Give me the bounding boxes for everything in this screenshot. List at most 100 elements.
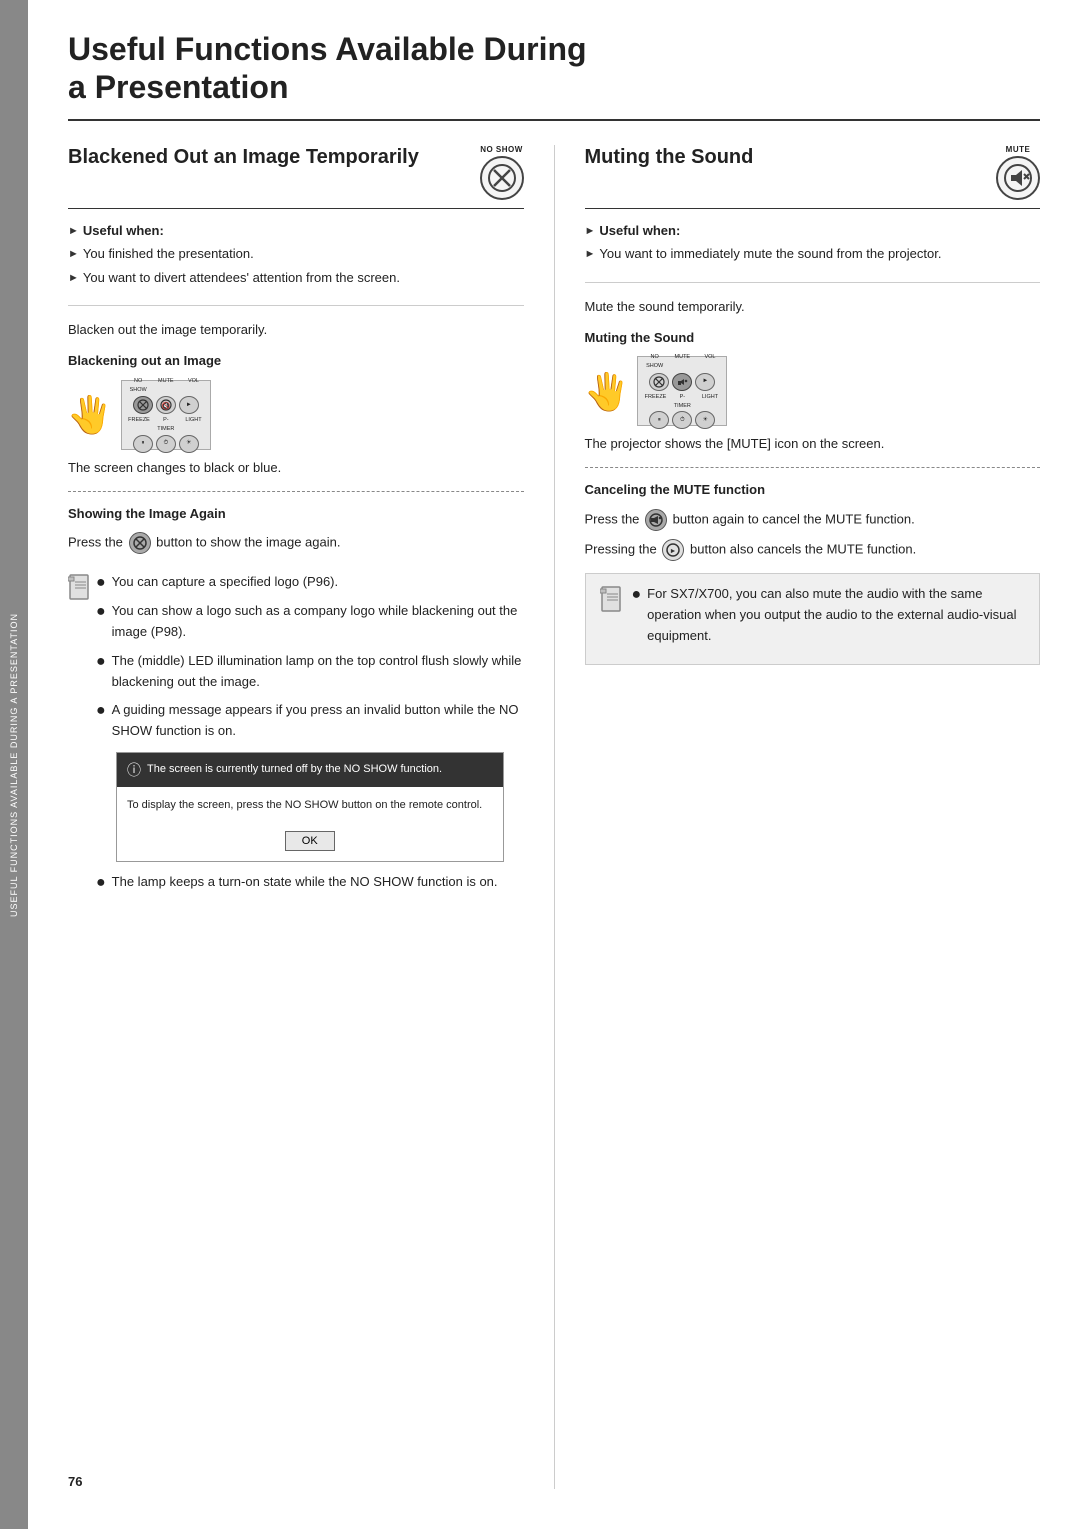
- remote-btn-vol-r: ►: [695, 373, 715, 391]
- left-subsection2-title: Showing the Image Again: [68, 504, 524, 525]
- right-arrow-bullet-2: ►: [585, 246, 596, 263]
- right-subsection2-title: Canceling the MUTE function: [585, 480, 1041, 501]
- left-useful-when-text-2: You want to divert attendees' attention …: [83, 268, 400, 288]
- remote-btn-vol: ►: [179, 396, 199, 414]
- inline-vol-btn: ►: [662, 539, 684, 561]
- left-bullet-text-5: The lamp keeps a turn-on state while the…: [112, 872, 498, 893]
- dialog-header: ⓘ The screen is currently turned off by …: [117, 753, 503, 787]
- right-useful-when-heading: Useful when:: [599, 221, 680, 241]
- left-bullet-2: ● You can show a logo such as a company …: [96, 601, 524, 643]
- dialog-header-text: The screen is currently turned off by th…: [147, 761, 442, 779]
- bullet-dot-4: ●: [96, 701, 106, 720]
- page-title-line1: Useful Functions Available During: [68, 30, 1040, 68]
- bullet-dot-2: ●: [96, 602, 106, 621]
- col-divider: [554, 145, 555, 1489]
- remote-image-left: NO SHOW MUTE VOL: [121, 380, 211, 450]
- right-bullet-dot-1: ●: [632, 585, 642, 604]
- right-bullet-1: ● For SX7/X700, you can also mute the au…: [632, 584, 1026, 646]
- note-icon-left: [68, 574, 90, 609]
- right-section-body: Mute the sound temporarily. Muting the S…: [585, 297, 1041, 676]
- remote-btn-mute-r: [672, 373, 692, 391]
- show-again-prefix: Press the: [68, 535, 123, 550]
- left-bullet-3: ● The (middle) LED illumination lamp on …: [96, 651, 524, 693]
- left-section-title: Blackened Out an Image Temporarily: [68, 145, 470, 169]
- right-useful-when-heading-item: ► Useful when:: [585, 221, 1041, 241]
- left-bullet-text-3: The (middle) LED illumination lamp on th…: [112, 651, 524, 693]
- svg-text:►: ►: [670, 548, 677, 555]
- left-useful-when-item-1: ► You finished the presentation.: [68, 244, 524, 264]
- left-bullet-text-4: A guiding message appears if you press a…: [112, 700, 524, 742]
- right-remote-container: 🖐 NO SHOW MUTE VOL: [585, 356, 1041, 426]
- left-show-again-text: Press the button to show the image again…: [68, 532, 524, 554]
- dialog-ok-row: OK: [117, 825, 503, 861]
- dialog-info-icon: ⓘ: [127, 759, 141, 781]
- left-bullets-container: ● You can capture a specified logo (P96)…: [96, 572, 524, 900]
- left-useful-when: ► Useful when: ► You finished the presen…: [68, 221, 524, 307]
- remote-btn-freeze-r: ⏸: [649, 411, 669, 429]
- left-bullet-1: ● You can capture a specified logo (P96)…: [96, 572, 524, 593]
- remote-btn-light: ☀: [179, 435, 199, 453]
- hand-icon-left: 🖐: [68, 386, 113, 444]
- right-bullet-text-1: For SX7/X700, you can also mute the audi…: [647, 584, 1025, 646]
- mute-button-icon: MUTE: [996, 145, 1040, 200]
- page-title-line2: a Presentation: [68, 68, 1040, 106]
- remote-btn-noshow: [133, 396, 153, 414]
- cancel-text2-suffix: button also cancels the MUTE function.: [690, 541, 916, 556]
- cancel-text2-prefix: Pressing the: [585, 541, 657, 556]
- remote-btn-ptimer-r: ⏱: [672, 411, 692, 429]
- inline-mute-btn: [645, 509, 667, 531]
- left-bullet-text-2: You can show a logo such as a company lo…: [112, 601, 524, 643]
- cancel-text1-prefix: Press the: [585, 511, 640, 526]
- bullet-dot-3: ●: [96, 652, 106, 671]
- right-arrow-bullet-1: ►: [585, 223, 596, 240]
- remote-image-right: NO SHOW MUTE VOL: [637, 356, 727, 426]
- left-useful-when-item-2: ► You want to divert attendees' attentio…: [68, 268, 524, 288]
- dialog-ok-button[interactable]: OK: [285, 831, 335, 851]
- left-bullet-text-1: You can capture a specified logo (P96).: [112, 572, 338, 593]
- side-tab-text: USEFUL FUNCTIONS AVAILABLE DURING A PRES…: [9, 612, 19, 916]
- left-bullet-4: ● A guiding message appears if you press…: [96, 700, 524, 742]
- svg-text:🔇: 🔇: [161, 401, 170, 410]
- page-wrapper: USEFUL FUNCTIONS AVAILABLE DURING A PRES…: [0, 0, 1080, 1529]
- page-title: Useful Functions Available During a Pres…: [68, 30, 1040, 121]
- left-intro-text: Blacken out the image temporarily.: [68, 320, 524, 341]
- remote-btn-mute: 🔇: [156, 396, 176, 414]
- remote-btn-ptimer: ⏱: [156, 435, 176, 453]
- left-section-header: Blackened Out an Image Temporarily NO SH…: [68, 145, 524, 209]
- no-show-circle-icon: [480, 156, 524, 200]
- page-number: 76: [68, 1474, 524, 1489]
- remote-btn-noshow-r: [649, 373, 669, 391]
- right-section-title: Muting the Sound: [585, 145, 987, 169]
- remote-btn-light-r: ☀: [695, 411, 715, 429]
- dashed-divider-1: [68, 491, 524, 492]
- right-bullets-container: ● For SX7/X700, you can also mute the au…: [632, 584, 1026, 654]
- left-useful-when-text-1: You finished the presentation.: [83, 244, 254, 264]
- bullet-dot-5: ●: [96, 873, 106, 892]
- right-projector-text: The projector shows the [MUTE] icon on t…: [585, 434, 1041, 455]
- arrow-bullet-3: ►: [68, 270, 79, 287]
- arrow-bullet-1: ►: [68, 223, 79, 240]
- dashed-divider-2: [585, 467, 1041, 468]
- right-cancel-text2: Pressing the ► button also cancels the M…: [585, 539, 1041, 561]
- dialog-body: To display the screen, press the NO SHOW…: [117, 787, 503, 825]
- left-section-body: Blacken out the image temporarily. Black…: [68, 320, 524, 919]
- left-note-box: ● You can capture a specified logo (P96)…: [68, 564, 524, 908]
- dialog-box: ⓘ The screen is currently turned off by …: [116, 752, 504, 862]
- left-bullet-5: ● The lamp keeps a turn-on state while t…: [96, 872, 524, 893]
- no-show-label: NO SHOW: [480, 145, 523, 154]
- right-cancel-text1: Press the button again to cancel the MUT…: [585, 509, 1041, 531]
- right-subsection1-title: Muting the Sound: [585, 328, 1041, 349]
- note-icon-right: [600, 586, 622, 621]
- dialog-body-text: To display the screen, press the NO SHOW…: [127, 799, 482, 811]
- right-section-header: Muting the Sound MUTE: [585, 145, 1041, 209]
- remote-btn-freeze: ⏸: [133, 435, 153, 453]
- side-tab: USEFUL FUNCTIONS AVAILABLE DURING A PRES…: [0, 0, 28, 1529]
- mute-label: MUTE: [1006, 145, 1031, 154]
- col-left: Blackened Out an Image Temporarily NO SH…: [68, 145, 524, 1489]
- mute-circle-icon: [996, 156, 1040, 200]
- arrow-bullet-2: ►: [68, 246, 79, 263]
- bullet-dot-1: ●: [96, 573, 106, 592]
- col-right: Muting the Sound MUTE: [585, 145, 1041, 1489]
- main-content: Useful Functions Available During a Pres…: [28, 0, 1080, 1529]
- cancel-text1-suffix: button again to cancel the MUTE function…: [673, 511, 915, 526]
